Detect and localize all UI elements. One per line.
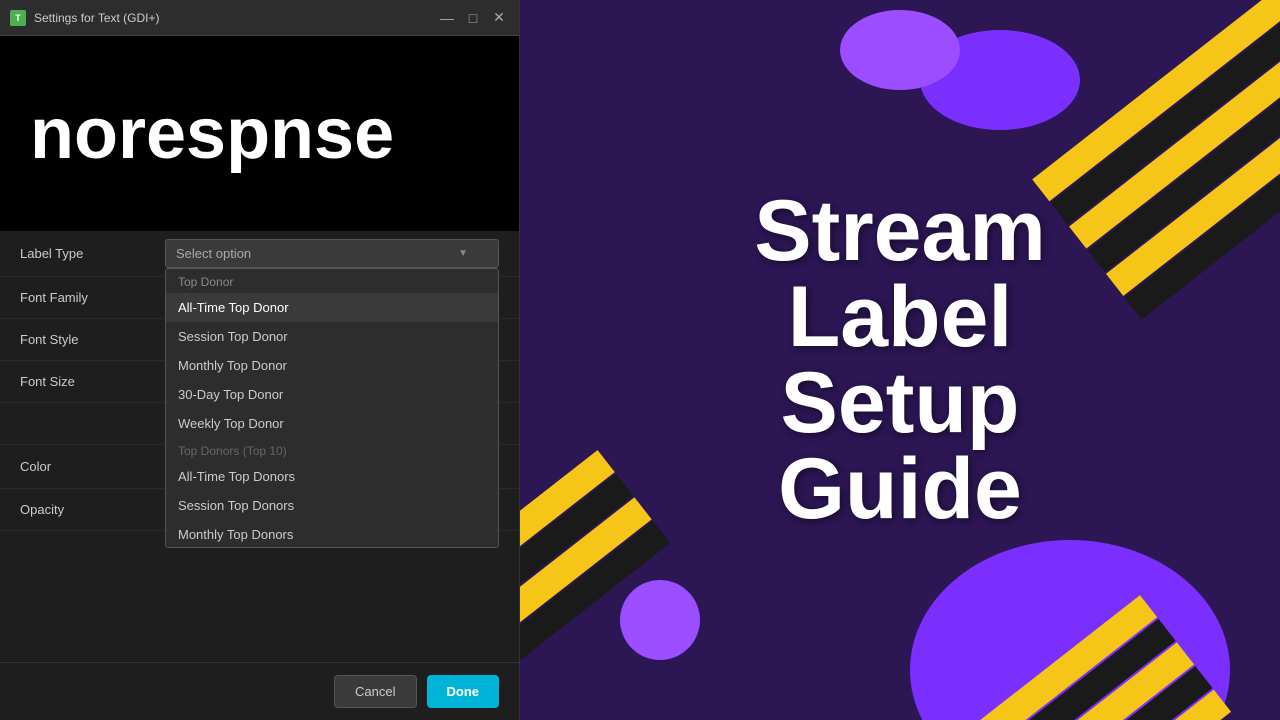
- done-button[interactable]: Done: [427, 675, 500, 708]
- right-panel: Stream Label Setup Guide: [520, 0, 1280, 720]
- stripes-bottom-left: [520, 450, 721, 720]
- label-type-dropdown[interactable]: Select option ▼: [165, 239, 499, 268]
- label-type-row: Label Type Select option ▼ Top Donor All…: [0, 231, 519, 277]
- settings-form: Label Type Select option ▼ Top Donor All…: [0, 231, 519, 662]
- label-type-label: Label Type: [20, 246, 165, 261]
- purple-blob-bottom-left: [620, 580, 700, 660]
- dropdown-item-monthly-top-donors[interactable]: Monthly Top Donors: [166, 520, 498, 548]
- minimize-button[interactable]: —: [437, 8, 457, 28]
- dropdown-item-weekly-top-donor[interactable]: Weekly Top Donor: [166, 409, 498, 438]
- title-bar: T Settings for Text (GDI+) — □ ✕: [0, 0, 519, 36]
- main-text-container: Stream Label Setup Guide: [710, 188, 1090, 532]
- settings-dialog: T Settings for Text (GDI+) — □ ✕ norespn…: [0, 0, 520, 720]
- maximize-button[interactable]: □: [463, 8, 483, 28]
- opacity-label: Opacity: [20, 502, 165, 517]
- dropdown-item-all-time-top-donor[interactable]: All-Time Top Donor: [166, 293, 498, 322]
- purple-blob-2: [840, 10, 960, 90]
- preview-area: norespnse: [0, 36, 519, 231]
- dropdown-item-session-top-donor[interactable]: Session Top Donor: [166, 322, 498, 351]
- dropdown-item-30day-top-donor[interactable]: 30-Day Top Donor: [166, 380, 498, 409]
- font-style-label: Font Style: [20, 332, 165, 347]
- dialog-title: Settings for Text (GDI+): [34, 11, 429, 25]
- label-type-dropdown-wrapper: Select option ▼ Top Donor All-Time Top D…: [165, 239, 499, 268]
- cancel-button[interactable]: Cancel: [334, 675, 416, 708]
- color-label: Color: [20, 459, 165, 474]
- dropdown-item-monthly-top-donor[interactable]: Monthly Top Donor: [166, 351, 498, 380]
- chevron-down-icon: ▼: [458, 248, 468, 259]
- font-family-label: Font Family: [20, 290, 165, 305]
- close-button[interactable]: ✕: [489, 8, 509, 28]
- preview-text: norespnse: [30, 98, 394, 170]
- font-size-label: Font Size: [20, 374, 165, 389]
- group-header-top-donors: Top Donors (Top 10): [166, 438, 498, 462]
- label-type-control: Select option ▼ Top Donor All-Time Top D…: [165, 239, 499, 268]
- main-title-line1: Stream Label: [710, 188, 1090, 360]
- window-controls: — □ ✕: [437, 8, 509, 28]
- dropdown-placeholder: Select option: [176, 246, 251, 261]
- group-header-top-donor: Top Donor: [166, 269, 498, 293]
- dropdown-list: Top Donor All-Time Top Donor Session Top…: [165, 268, 499, 548]
- main-title-line2: Setup Guide: [710, 360, 1090, 532]
- app-icon: T: [10, 10, 26, 26]
- dropdown-item-session-top-donors[interactable]: Session Top Donors: [166, 491, 498, 520]
- dialog-footer: Cancel Done: [0, 662, 519, 720]
- dropdown-item-all-time-top-donors[interactable]: All-Time Top Donors: [166, 462, 498, 491]
